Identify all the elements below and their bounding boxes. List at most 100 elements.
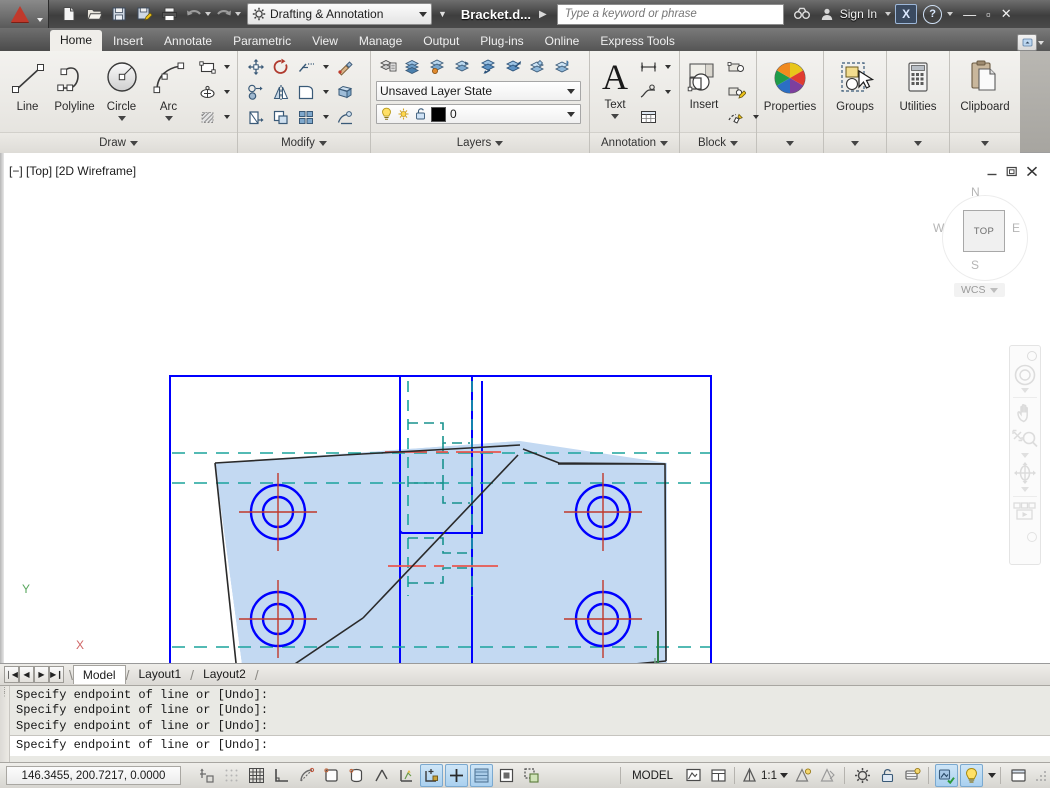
grid-display-icon[interactable] xyxy=(245,764,268,787)
viewcube-south-label[interactable]: S xyxy=(971,258,979,272)
object-snap-tracking-icon[interactable] xyxy=(370,764,393,787)
array-dropdown-icon[interactable] xyxy=(319,105,332,129)
toolbar-lock-icon[interactable] xyxy=(876,764,899,787)
table-icon[interactable] xyxy=(636,105,660,129)
create-block-icon[interactable] xyxy=(724,55,748,79)
annotation-scale-value[interactable]: 1:1 xyxy=(761,770,777,782)
match-properties-icon[interactable] xyxy=(333,55,357,79)
chevron-down-icon[interactable] xyxy=(851,140,859,146)
drawing-canvas[interactable]: [−] [Top] [2D Wireframe] Y X N S W E TOP… xyxy=(0,153,1050,664)
model-space-icon[interactable] xyxy=(682,764,705,787)
close-button[interactable]: ✕ xyxy=(1001,6,1012,22)
new-file-icon[interactable] xyxy=(57,3,81,25)
tab-manage[interactable]: Manage xyxy=(349,32,412,51)
minimize-button[interactable]: — xyxy=(963,7,976,22)
panel-title-layers[interactable]: Layers xyxy=(371,132,589,153)
hatch-dropdown-icon[interactable] xyxy=(220,105,233,129)
rectangle-icon[interactable] xyxy=(195,55,219,79)
viewcube-north-label[interactable]: N xyxy=(971,185,980,199)
chevron-down-icon[interactable] xyxy=(129,140,138,146)
zoom-icon[interactable] xyxy=(1012,429,1038,451)
sun-icon[interactable] xyxy=(397,107,410,121)
dynamic-input-icon[interactable] xyxy=(445,764,468,787)
panel-title-properties[interactable] xyxy=(757,132,823,153)
layer-isolate-icon[interactable] xyxy=(451,54,475,78)
chevron-down-icon[interactable] xyxy=(786,140,794,146)
lineweight-icon[interactable] xyxy=(470,764,493,787)
sign-in-label[interactable]: Sign In xyxy=(840,7,877,21)
prev-layout-button[interactable]: ◀ xyxy=(19,666,34,683)
view-cube[interactable]: N S W E TOP WCS xyxy=(930,183,1038,297)
help-icon[interactable]: ? xyxy=(923,4,943,24)
search-box[interactable] xyxy=(556,3,784,25)
viewcube-ucs-menu[interactable]: WCS xyxy=(954,283,1005,297)
mirror-icon[interactable] xyxy=(269,80,293,104)
tab-parametric[interactable]: Parametric xyxy=(223,32,301,51)
document-next-icon[interactable]: ▶ xyxy=(539,9,547,20)
block-insert-button[interactable]: Insert xyxy=(684,55,724,111)
first-layout-button[interactable]: ❘◀ xyxy=(4,666,19,683)
open-file-icon[interactable] xyxy=(82,3,106,25)
explode-icon[interactable] xyxy=(333,105,357,129)
navbar-menu-icon[interactable] xyxy=(1027,351,1037,361)
dynamic-ucs-icon[interactable] xyxy=(420,764,443,787)
tab-model[interactable]: Model xyxy=(72,665,126,684)
transparency-icon[interactable] xyxy=(495,764,518,787)
viewcube-east-label[interactable]: E xyxy=(1012,221,1020,235)
infer-constraints-icon[interactable] xyxy=(195,764,218,787)
chevron-down-icon[interactable] xyxy=(495,140,504,146)
draw-circle-dropdown-icon[interactable] xyxy=(117,116,126,121)
auto-scale-icon[interactable] xyxy=(817,764,840,787)
hardware-acceleration-icon[interactable] xyxy=(901,764,924,787)
dimension-dropdown-icon[interactable] xyxy=(661,55,674,79)
object-snap-icon[interactable] xyxy=(320,764,343,787)
selection-cycling-icon[interactable] xyxy=(520,764,543,787)
status-overflow-caret-icon[interactable] xyxy=(988,773,996,778)
command-window-grip[interactable]: ⋮ ⋮ xyxy=(0,686,10,762)
annotation-visibility-icon[interactable] xyxy=(792,764,815,787)
navigation-bar[interactable] xyxy=(1009,345,1041,565)
application-menu-button[interactable] xyxy=(0,0,49,28)
fillet-icon[interactable] xyxy=(294,80,318,104)
fillet-dropdown-icon[interactable] xyxy=(319,80,332,104)
tab-annotate[interactable]: Annotate xyxy=(154,32,222,51)
tab-express-tools[interactable]: Express Tools xyxy=(590,32,684,51)
ortho-mode-icon[interactable] xyxy=(270,764,293,787)
tab-insert[interactable]: Insert xyxy=(103,32,153,51)
leader-dropdown-icon[interactable] xyxy=(661,80,674,104)
clipboard-button[interactable]: Clipboard xyxy=(954,55,1016,113)
panel-title-utilities[interactable] xyxy=(887,132,949,153)
ellipse-dropdown-icon[interactable] xyxy=(220,80,233,104)
clean-screen-icon[interactable] xyxy=(1007,764,1030,787)
pan-hand-icon[interactable] xyxy=(1013,402,1037,426)
save-icon[interactable] xyxy=(107,3,131,25)
workspace-switcher[interactable]: Drafting & Annotation xyxy=(247,3,432,25)
chevron-down-icon[interactable] xyxy=(914,140,922,146)
paper-space-icon[interactable] xyxy=(707,764,730,787)
next-layout-button[interactable]: ▶ xyxy=(34,666,49,683)
dimension-icon[interactable] xyxy=(636,55,660,79)
search-icon[interactable] xyxy=(793,7,811,21)
redo-icon[interactable] xyxy=(212,3,236,25)
isolate-objects-icon[interactable] xyxy=(935,764,958,787)
panel-title-annotation[interactable]: Annotation xyxy=(590,132,679,153)
unlock-icon[interactable] xyxy=(414,107,427,121)
panel-title-clipboard[interactable] xyxy=(950,132,1020,153)
utilities-button[interactable]: Utilities xyxy=(891,55,945,113)
viewcube-west-label[interactable]: W xyxy=(933,221,944,235)
allow-ucs-icon[interactable] xyxy=(395,764,418,787)
copy-icon[interactable] xyxy=(244,80,268,104)
undo-dropdown-caret-icon[interactable] xyxy=(205,12,211,16)
hatch-icon[interactable] xyxy=(195,105,219,129)
navbar-resize-handle[interactable] xyxy=(1027,532,1037,542)
trim-dropdown-icon[interactable] xyxy=(319,55,332,79)
panel-title-draw[interactable]: Draw xyxy=(0,132,237,153)
chevron-down-icon[interactable] xyxy=(989,287,998,293)
command-input-line[interactable]: Specify endpoint of line or [Undo]: xyxy=(10,735,1050,756)
chevron-down-icon[interactable] xyxy=(567,88,575,94)
redo-dropdown-caret-icon[interactable] xyxy=(235,12,241,16)
draw-circle-button[interactable]: Circle xyxy=(98,55,145,121)
groups-button[interactable]: Groups xyxy=(828,55,882,113)
lightbulb-icon[interactable] xyxy=(380,107,393,121)
move-icon[interactable] xyxy=(244,55,268,79)
